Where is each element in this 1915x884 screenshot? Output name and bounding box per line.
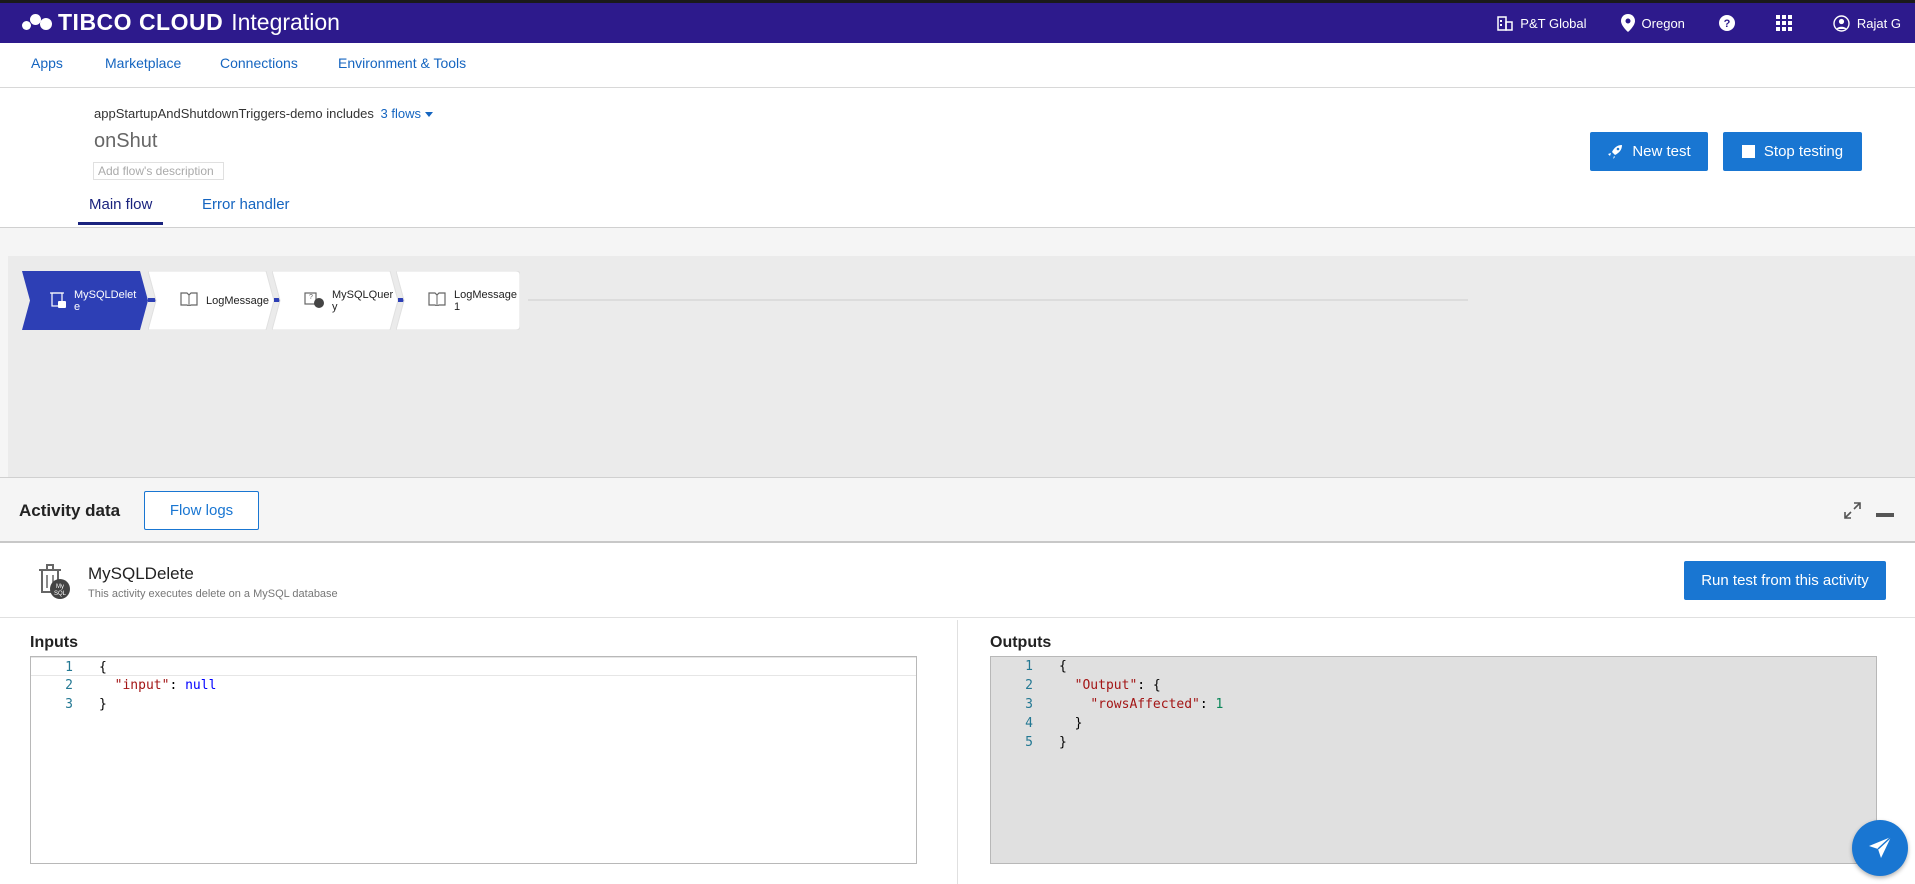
new-test-label: New test: [1632, 143, 1691, 160]
activity-info: My SQL MySQLDelete This activity execute…: [0, 543, 1915, 618]
code-line: 1{: [31, 657, 916, 676]
caret-down-icon[interactable]: [425, 112, 433, 118]
line-number: 2: [1025, 678, 1033, 693]
activity-label: LogMessage: [206, 294, 269, 307]
code-line: 2 "input": null: [31, 676, 916, 695]
code-text: "rowsAffected": 1: [1090, 697, 1224, 712]
activity-mysql-delete[interactable]: MySQLDelete: [22, 271, 148, 330]
code-text: {: [99, 660, 107, 675]
outputs-editor[interactable]: 1{2 "Output": {3 "rowsAffected": 14 } 5}: [990, 656, 1877, 864]
flow-line: [528, 299, 1468, 301]
location-pin-icon: [1620, 14, 1635, 32]
app-name: appStartupAndShutdownTriggers-demo inclu…: [94, 106, 374, 121]
code-line: 3 "rowsAffected": 1: [991, 695, 1876, 714]
org-name: P&T Global: [1520, 15, 1587, 31]
top-bar: TIBCO CLOUD Integration P&T Global Orego…: [0, 0, 1915, 43]
main-nav: Apps Marketplace Connections Environment…: [0, 43, 1915, 88]
flow-logs-button[interactable]: Flow logs: [144, 491, 259, 530]
region-selector[interactable]: Oregon: [1620, 14, 1685, 32]
feedback-button[interactable]: [1852, 820, 1908, 876]
user-name: Rajat G: [1856, 15, 1901, 31]
user-icon: [1833, 14, 1850, 32]
svg-text:?: ?: [1724, 18, 1731, 30]
line-number: 2: [65, 678, 73, 693]
activity-mysql-query[interactable]: ? MySQLQuery: [272, 271, 398, 330]
flow-header: appStartupAndShutdownTriggers-demo inclu…: [0, 88, 1915, 228]
user-menu[interactable]: Rajat G: [1833, 14, 1901, 32]
tibco-logo-icon: [22, 11, 52, 35]
tab-error-handler[interactable]: Error handler: [202, 196, 290, 222]
code-line: 2 "Output": {: [991, 676, 1876, 695]
activity-data-bar: Activity data Flow logs: [0, 477, 1915, 543]
rocket-icon: [1608, 144, 1623, 159]
nav-environment-tools[interactable]: Environment & Tools: [338, 55, 466, 71]
code-line: 3}: [31, 695, 916, 714]
code-line: 4 }: [991, 714, 1876, 733]
stop-icon: [1741, 145, 1755, 158]
svg-text:SQL: SQL: [54, 591, 67, 597]
expand-icon[interactable]: [1844, 502, 1861, 519]
code-text: "input": null: [114, 678, 217, 693]
svg-text:My: My: [56, 584, 64, 590]
activity-data-title: Activity data: [19, 501, 121, 520]
flow-title: onShut: [94, 130, 158, 152]
line-number: 3: [1025, 697, 1033, 712]
org-selector[interactable]: P&T Global: [1497, 15, 1587, 31]
activity-name: MySQLDelete: [88, 564, 194, 583]
mysql-delete-icon: [50, 290, 66, 311]
line-number: 4: [1025, 716, 1033, 731]
line-number: 1: [65, 660, 73, 675]
tab-main-flow[interactable]: Main flow: [78, 196, 164, 225]
breadcrumb: appStartupAndShutdownTriggers-demo inclu…: [94, 106, 433, 121]
flow-description-input[interactable]: Add flow's description: [93, 162, 224, 180]
code-text: }: [99, 697, 107, 712]
stop-testing-label: Stop testing: [1763, 143, 1844, 160]
code-text: }: [1059, 735, 1067, 750]
help-button[interactable]: ?: [1718, 15, 1742, 31]
apps-grid-button[interactable]: [1775, 15, 1799, 31]
activity-label: LogMessage1: [454, 288, 517, 313]
flow-canvas-area: MySQLDelete LogMessage ? MySQLQuery LogM…: [0, 228, 1915, 477]
line-number: 1: [1025, 659, 1033, 674]
activity-log-message[interactable]: LogMessage: [148, 271, 274, 330]
flows-dropdown[interactable]: 3 flows: [381, 106, 421, 121]
outputs-title: Outputs: [990, 634, 1052, 651]
code-text: {: [1059, 659, 1067, 674]
mysql-query-icon: ?: [304, 290, 324, 311]
new-test-button[interactable]: New test: [1590, 132, 1708, 171]
activity-label: MySQLDelete: [74, 288, 137, 313]
run-test-label: Run test from this activity: [1701, 572, 1869, 589]
help-icon: ?: [1718, 15, 1735, 31]
activity-label: MySQLQuery: [332, 288, 394, 313]
nav-connections[interactable]: Connections: [220, 55, 298, 71]
brand-sub: Integration: [231, 9, 340, 35]
inputs-title: Inputs: [30, 634, 78, 651]
code-line: 1{: [991, 657, 1876, 676]
line-number: 3: [65, 697, 73, 712]
activity-description: This activity executes delete on a MySQL…: [88, 588, 338, 600]
line-number: 5: [1025, 735, 1033, 750]
minimize-icon[interactable]: [1876, 513, 1894, 518]
nav-marketplace[interactable]: Marketplace: [105, 55, 181, 71]
mysql-delete-icon: My SQL: [39, 564, 70, 599]
nav-apps[interactable]: Apps: [31, 55, 63, 71]
flow-canvas[interactable]: MySQLDelete LogMessage ? MySQLQuery LogM…: [8, 256, 1915, 477]
code-line: 5}: [991, 733, 1876, 752]
brand-main: TIBCO CLOUD: [58, 9, 224, 35]
stop-testing-button[interactable]: Stop testing: [1723, 132, 1862, 171]
send-icon: [1869, 836, 1892, 858]
activity-log-message-1[interactable]: LogMessage1: [396, 271, 520, 330]
code-text: "Output": {: [1074, 678, 1161, 693]
log-message-icon: [180, 292, 198, 309]
grid-icon: [1775, 15, 1792, 31]
building-icon: [1497, 16, 1514, 31]
run-test-from-activity-button[interactable]: Run test from this activity: [1684, 561, 1886, 600]
io-divider: [957, 620, 958, 884]
code-text: }: [1059, 716, 1083, 731]
svg-text:?: ?: [309, 294, 313, 301]
log-message-icon: [428, 292, 446, 309]
brand-logo[interactable]: TIBCO CLOUD Integration: [22, 9, 340, 36]
inputs-editor[interactable]: 1{2 "input": null 3}: [30, 656, 917, 864]
region-name: Oregon: [1641, 15, 1685, 31]
